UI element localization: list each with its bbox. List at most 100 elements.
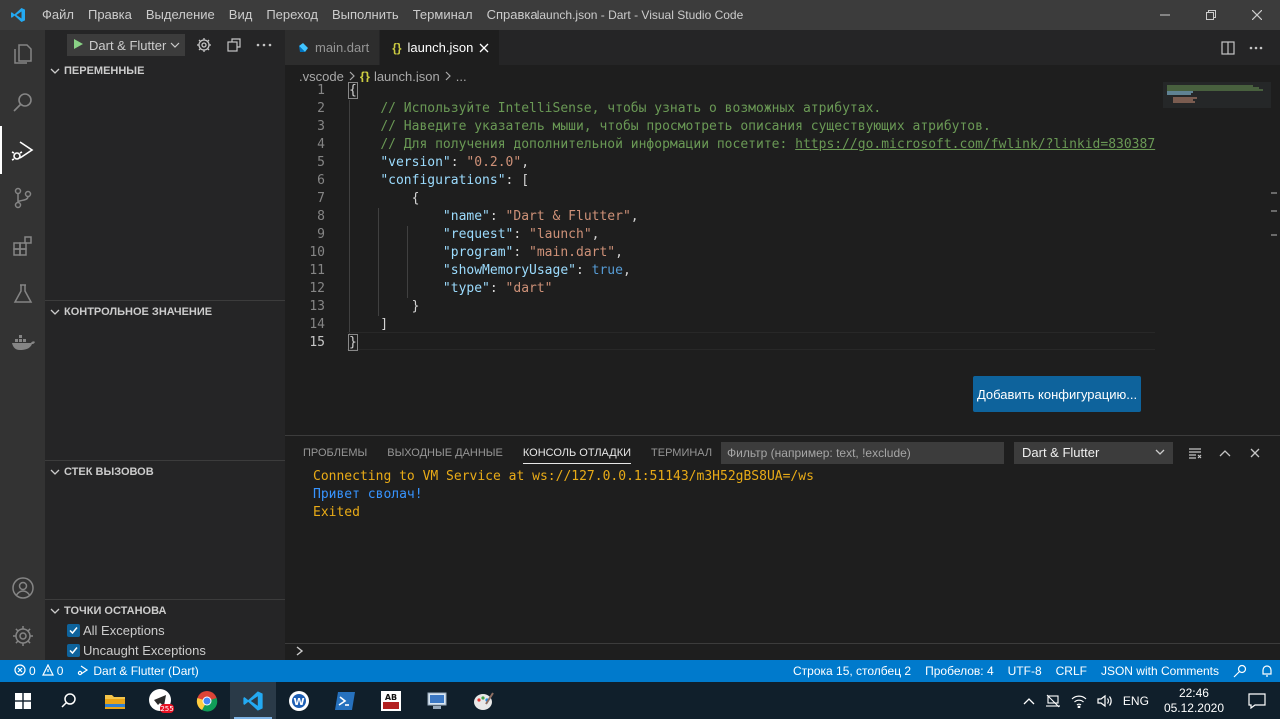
chevron-down-icon bbox=[50, 606, 64, 616]
tab-terminal[interactable]: ТЕРМИНАЛ bbox=[651, 436, 712, 471]
menu-edit[interactable]: Правка bbox=[81, 0, 139, 30]
debug-session-status[interactable]: Dart & Flutter (Dart) bbox=[70, 664, 205, 679]
more-actions-icon[interactable] bbox=[1242, 46, 1270, 50]
chevron-down-icon bbox=[1155, 442, 1165, 464]
indentation[interactable]: Пробелов: 4 bbox=[918, 664, 1001, 678]
search-icon[interactable] bbox=[0, 78, 45, 126]
debug-console-toggle-icon[interactable] bbox=[223, 34, 245, 56]
notifications-bell-icon[interactable] bbox=[1254, 664, 1280, 678]
callstack-section-header[interactable]: СТЕК ВЫЗОВОВ bbox=[45, 460, 285, 482]
error-icon bbox=[14, 663, 26, 679]
language-mode[interactable]: JSON with Comments bbox=[1094, 664, 1226, 678]
volume-icon[interactable] bbox=[1092, 694, 1118, 708]
checkbox-checked-icon[interactable] bbox=[67, 623, 80, 637]
testing-flask-icon[interactable] bbox=[0, 270, 45, 318]
docker-icon[interactable] bbox=[0, 318, 45, 366]
maximize-panel-icon[interactable] bbox=[1210, 442, 1240, 464]
menu-run[interactable]: Выполнить bbox=[325, 0, 406, 30]
abbyy-icon[interactable]: AB bbox=[368, 682, 414, 719]
taskbar-clock[interactable]: 22:46 05.12.2020 bbox=[1154, 686, 1234, 716]
breakpoint-uncaught-exceptions[interactable]: Uncaught Exceptions bbox=[67, 640, 206, 660]
editor-actions bbox=[1214, 30, 1270, 65]
restore-icon[interactable] bbox=[1188, 0, 1234, 30]
minimize-icon[interactable] bbox=[1142, 0, 1188, 30]
callstack-section-title: СТЕК ВЫЗОВОВ bbox=[64, 465, 154, 478]
taskbar-search-icon[interactable] bbox=[46, 682, 92, 719]
tab-main-dart[interactable]: main.dart bbox=[285, 30, 381, 65]
clock-time: 22:46 bbox=[1178, 685, 1209, 700]
variables-section-header[interactable]: ПЕРЕМЕННЫЕ bbox=[45, 60, 285, 82]
file-explorer-icon[interactable] bbox=[92, 682, 138, 719]
windows-taskbar: 255 W AB ENG 22:46 05.12.2020 bbox=[0, 682, 1280, 719]
account-icon[interactable] bbox=[0, 564, 45, 612]
breakpoint-label: All Exceptions bbox=[83, 622, 165, 638]
menu-terminal[interactable]: Терминал bbox=[406, 0, 480, 30]
console-filter-input[interactable]: Фильтр (например: text, !exclude) bbox=[721, 442, 1004, 464]
fwlink-url[interactable]: https://go.microsoft.com/fwlink/?linkid=… bbox=[795, 137, 1155, 152]
encoding[interactable]: UTF-8 bbox=[1001, 664, 1049, 678]
menu-go[interactable]: Переход bbox=[259, 0, 325, 30]
add-configuration-button[interactable]: Добавить конфигурацию... bbox=[973, 376, 1141, 412]
breakpoint-label: Uncaught Exceptions bbox=[83, 642, 206, 658]
editor-scrollbar[interactable] bbox=[1271, 82, 1280, 434]
action-center-icon[interactable] bbox=[1234, 692, 1280, 709]
split-editor-icon[interactable] bbox=[1214, 40, 1242, 55]
tab-launch-json[interactable]: {} launch.json bbox=[380, 30, 501, 65]
code-editor[interactable]: 1{ 2 // Используйте IntelliSense, чтобы … bbox=[285, 82, 1280, 434]
close-window-icon[interactable] bbox=[1234, 0, 1280, 30]
word-icon[interactable]: W bbox=[276, 682, 322, 719]
tab-problems[interactable]: ПРОБЛЕМЫ bbox=[303, 436, 367, 471]
windows-start-icon[interactable] bbox=[0, 682, 46, 719]
close-tab-icon[interactable] bbox=[479, 43, 489, 53]
watch-section-header[interactable]: КОНТРОЛЬНОЕ ЗНАЧЕНИЕ bbox=[45, 300, 285, 322]
bottom-panel: ПРОБЛЕМЫ ВЫХОДНЫЕ ДАННЫЕ КОНСОЛЬ ОТЛАДКИ… bbox=[285, 435, 1280, 660]
tab-output[interactable]: ВЫХОДНЫЕ ДАННЫЕ bbox=[387, 436, 503, 471]
chevron-right-icon bbox=[295, 645, 305, 660]
breakpoint-all-exceptions[interactable]: All Exceptions bbox=[67, 620, 165, 640]
variables-section-title: ПЕРЕМЕННЫЕ bbox=[64, 65, 145, 77]
run-debug-icon[interactable] bbox=[0, 126, 45, 174]
tab-label: main.dart bbox=[315, 40, 370, 55]
dart-file-icon bbox=[297, 42, 309, 54]
menu-help[interactable]: Справка bbox=[480, 0, 545, 30]
problems-status[interactable]: 0 0 bbox=[10, 663, 70, 679]
tray-chevron-up-icon[interactable] bbox=[1018, 697, 1040, 705]
warning-icon bbox=[41, 663, 54, 679]
debug-sidebar: Dart & Flutter ПЕРЕМЕННЫЕ КОНТРОЛЬНОЕ ЗН… bbox=[45, 30, 285, 660]
telegram-icon[interactable]: 255 bbox=[138, 682, 184, 719]
powershell-icon[interactable] bbox=[322, 682, 368, 719]
input-language[interactable]: ENG bbox=[1118, 694, 1154, 708]
network-adapter-icon[interactable] bbox=[1040, 694, 1066, 708]
menu-selection[interactable]: Выделение bbox=[139, 0, 222, 30]
source-control-icon[interactable] bbox=[0, 174, 45, 222]
open-launch-json-gear-icon[interactable] bbox=[193, 34, 215, 56]
wifi-icon[interactable] bbox=[1066, 694, 1092, 708]
close-panel-icon[interactable] bbox=[1240, 442, 1270, 464]
vscode-taskbar-icon[interactable] bbox=[230, 682, 276, 719]
remote-desktop-icon[interactable] bbox=[414, 682, 460, 719]
feedback-icon[interactable] bbox=[1226, 664, 1254, 678]
cursor-position[interactable]: Строка 15, столбец 2 bbox=[786, 664, 918, 678]
line-ending[interactable]: CRLF bbox=[1049, 664, 1094, 678]
debug-config-select[interactable]: Dart & Flutter bbox=[67, 34, 186, 56]
menu-file[interactable]: Файл bbox=[35, 0, 81, 30]
start-debugging-icon[interactable] bbox=[72, 38, 84, 53]
chrome-icon[interactable] bbox=[184, 682, 230, 719]
more-actions-icon[interactable] bbox=[253, 34, 275, 56]
repl-input[interactable] bbox=[285, 643, 1280, 661]
extensions-icon[interactable] bbox=[0, 222, 45, 270]
tab-debug-console[interactable]: КОНСОЛЬ ОТЛАДКИ bbox=[522, 436, 632, 471]
menu-view[interactable]: Вид bbox=[222, 0, 260, 30]
debug-session-label: Dart & Flutter (Dart) bbox=[93, 664, 199, 678]
settings-gear-icon[interactable] bbox=[0, 612, 45, 660]
system-tray: ENG 22:46 05.12.2020 bbox=[1018, 682, 1280, 719]
clear-console-icon[interactable] bbox=[1180, 442, 1210, 464]
clock-date: 05.12.2020 bbox=[1163, 700, 1224, 715]
explorer-icon[interactable] bbox=[0, 30, 45, 78]
minimap[interactable] bbox=[1163, 82, 1273, 122]
breakpoints-section-header[interactable]: ТОЧКИ ОСТАНОВА bbox=[45, 599, 285, 621]
checkbox-checked-icon[interactable] bbox=[67, 643, 80, 657]
debug-session-select[interactable]: Dart & Flutter bbox=[1014, 442, 1173, 464]
paint-icon[interactable] bbox=[460, 682, 506, 719]
chevron-down-icon bbox=[170, 38, 180, 53]
